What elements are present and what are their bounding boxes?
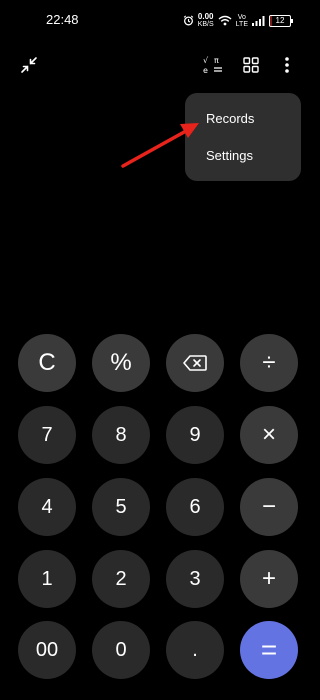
volte-indicator: Vo LTE — [236, 14, 248, 28]
annotation-arrow-shaft — [121, 129, 188, 168]
backspace-button[interactable] — [166, 334, 224, 392]
wifi-icon — [218, 15, 232, 26]
digit-5-button[interactable]: 5 — [92, 478, 150, 536]
grid-icon[interactable] — [236, 52, 266, 78]
digit-6-button[interactable]: 6 — [166, 478, 224, 536]
digit-3-button[interactable]: 3 — [166, 550, 224, 608]
collapse-arrows-icon[interactable] — [14, 52, 44, 78]
more-vert-icon[interactable] — [272, 52, 302, 78]
digit-4-button[interactable]: 4 — [18, 478, 76, 536]
menu-item-records[interactable]: Records — [185, 101, 301, 137]
divide-button[interactable]: ÷ — [240, 334, 298, 392]
digit-8-button[interactable]: 8 — [92, 406, 150, 464]
svg-text:π: π — [214, 56, 219, 65]
volte-top: Vo — [237, 13, 246, 21]
double-zero-button[interactable]: 00 — [18, 621, 76, 679]
digit-9-button[interactable]: 9 — [166, 406, 224, 464]
battery-level — [270, 15, 273, 26]
decimal-button[interactable]: . — [166, 621, 224, 679]
percent-button[interactable]: % — [92, 334, 150, 392]
digit-2-button[interactable]: 2 — [92, 550, 150, 608]
signal-icon — [252, 15, 265, 26]
plus-button[interactable]: + — [240, 550, 298, 608]
svg-text:e: e — [203, 66, 208, 75]
digit-7-button[interactable]: 7 — [18, 406, 76, 464]
multiply-button[interactable]: × — [240, 406, 298, 464]
battery-icon: 12 — [269, 14, 293, 27]
net-speed-unit: KB/S — [197, 21, 214, 28]
net-speed-value: 0.00 — [197, 12, 214, 21]
network-speed: 0.00 KB/S — [197, 12, 214, 29]
clear-button[interactable]: C — [18, 334, 76, 392]
menu-item-settings[interactable]: Settings — [185, 138, 301, 174]
minus-button[interactable]: − — [240, 478, 298, 536]
overflow-menu: Records Settings — [185, 93, 301, 181]
digit-0-button[interactable]: 0 — [92, 621, 150, 679]
digit-1-button[interactable]: 1 — [18, 550, 76, 608]
status-bar: 22:48 0.00 KB/S Vo LTE 12 — [0, 0, 315, 40]
svg-text:√: √ — [203, 56, 209, 65]
scientific-functions-icon[interactable]: √ π e — [198, 52, 228, 78]
volte-bottom: LTE — [235, 20, 248, 28]
status-time: 22:48 — [46, 12, 79, 27]
equals-button[interactable]: = — [240, 621, 298, 679]
battery-text: 12 — [275, 15, 285, 25]
alarm-icon — [183, 15, 193, 26]
backspace-icon — [183, 355, 207, 371]
status-icons: 0.00 KB/S Vo LTE 12 — [183, 12, 293, 29]
